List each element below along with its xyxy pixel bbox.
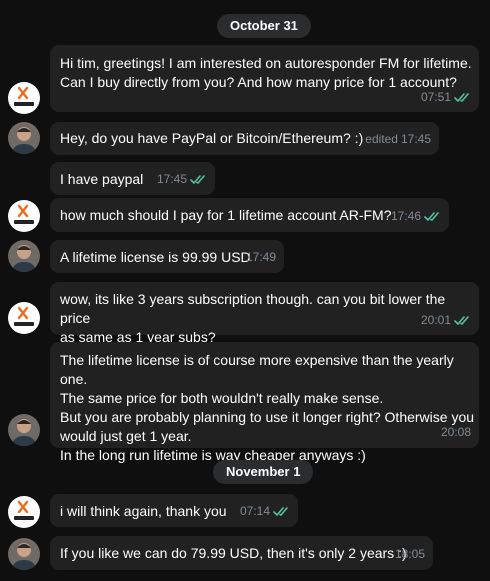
message-meta: 17:49 (246, 248, 276, 267)
message-bubble[interactable]: wow, its like 3 years subscription thoug… (50, 282, 479, 345)
message-time: 07:14 (239, 504, 270, 518)
message-text: If you like we can do 79.99 USD, then it… (60, 545, 407, 561)
message-text: how much should I pay for 1 lifetime acc… (60, 207, 392, 223)
message-meta: 17:46 (391, 207, 441, 226)
date-divider-label: October 31 (230, 18, 298, 33)
double-check-icon (454, 316, 469, 325)
person-photo-icon (12, 127, 36, 154)
message-time: 17:45 (156, 172, 187, 186)
message-time: 20:01 (420, 313, 451, 327)
aksel-logo-icon (14, 500, 34, 520)
avatar-me[interactable] (8, 200, 40, 232)
date-divider-label: November 1 (226, 464, 301, 479)
message-text: wow, its like 3 years subscription thoug… (60, 291, 446, 345)
message-text: Hi tim, greetings! I am interested on au… (60, 55, 472, 90)
message-time: 17:45 (400, 132, 431, 146)
avatar-tim[interactable] (8, 538, 40, 570)
avatar-tim[interactable] (8, 414, 40, 446)
message-text: A lifetime license is 99.99 USD (60, 249, 251, 265)
message-time: 17:49 (245, 250, 276, 264)
aksel-logo-icon (14, 306, 34, 326)
double-check-icon (454, 93, 469, 102)
message-text: The lifetime license is of course more e… (60, 352, 475, 463)
message-text: Hey, do you have PayPal or Bitcoin/Ether… (60, 130, 364, 146)
aksel-logo-icon (14, 86, 34, 106)
message-meta: 20:01 (421, 311, 471, 330)
message-text: i will think again, thank you (60, 503, 227, 519)
message-meta: 07:14 (240, 502, 290, 521)
message-bubble[interactable]: how much should I pay for 1 lifetime acc… (50, 198, 449, 232)
message-meta: 18:05 (395, 545, 425, 564)
message-meta: 07:51 (421, 88, 471, 107)
avatar-tim[interactable] (8, 122, 40, 154)
message-bubble[interactable]: I have paypal 17:45 (50, 162, 215, 195)
message-text: I have paypal (60, 171, 144, 187)
message-bubble[interactable]: i will think again, thank you 07:14 (50, 494, 298, 527)
avatar-me[interactable] (8, 82, 40, 114)
message-meta: 17:45 (157, 170, 207, 189)
person-photo-icon (12, 245, 36, 272)
message-meta: 20:08 (441, 423, 471, 442)
message-bubble[interactable]: If you like we can do 79.99 USD, then it… (50, 536, 433, 570)
avatar-me[interactable] (8, 302, 40, 334)
message-bubble[interactable]: A lifetime license is 99.99 USD 17:49 (50, 240, 284, 273)
date-divider: October 31 (217, 14, 311, 38)
message-meta: edited 17:45 (365, 130, 431, 149)
message-bubble[interactable]: Hey, do you have PayPal or Bitcoin/Ether… (50, 122, 439, 155)
aksel-logo-icon (14, 204, 34, 224)
double-check-icon (190, 175, 205, 184)
message-edited: edited (365, 132, 398, 146)
message-time: 18:05 (394, 547, 425, 561)
person-photo-icon (12, 543, 36, 570)
double-check-icon (273, 507, 288, 516)
avatar-tim[interactable] (8, 240, 40, 272)
message-bubble[interactable]: Hi tim, greetings! I am interested on au… (50, 45, 479, 112)
message-time: 20:08 (440, 425, 471, 439)
person-photo-icon (12, 419, 36, 446)
message-time: 07:51 (420, 90, 451, 104)
avatar-me[interactable] (8, 496, 40, 528)
double-check-icon (424, 212, 439, 221)
date-divider: November 1 (213, 460, 314, 484)
message-bubble[interactable]: The lifetime license is of course more e… (50, 342, 479, 463)
message-time: 17:46 (390, 209, 421, 223)
